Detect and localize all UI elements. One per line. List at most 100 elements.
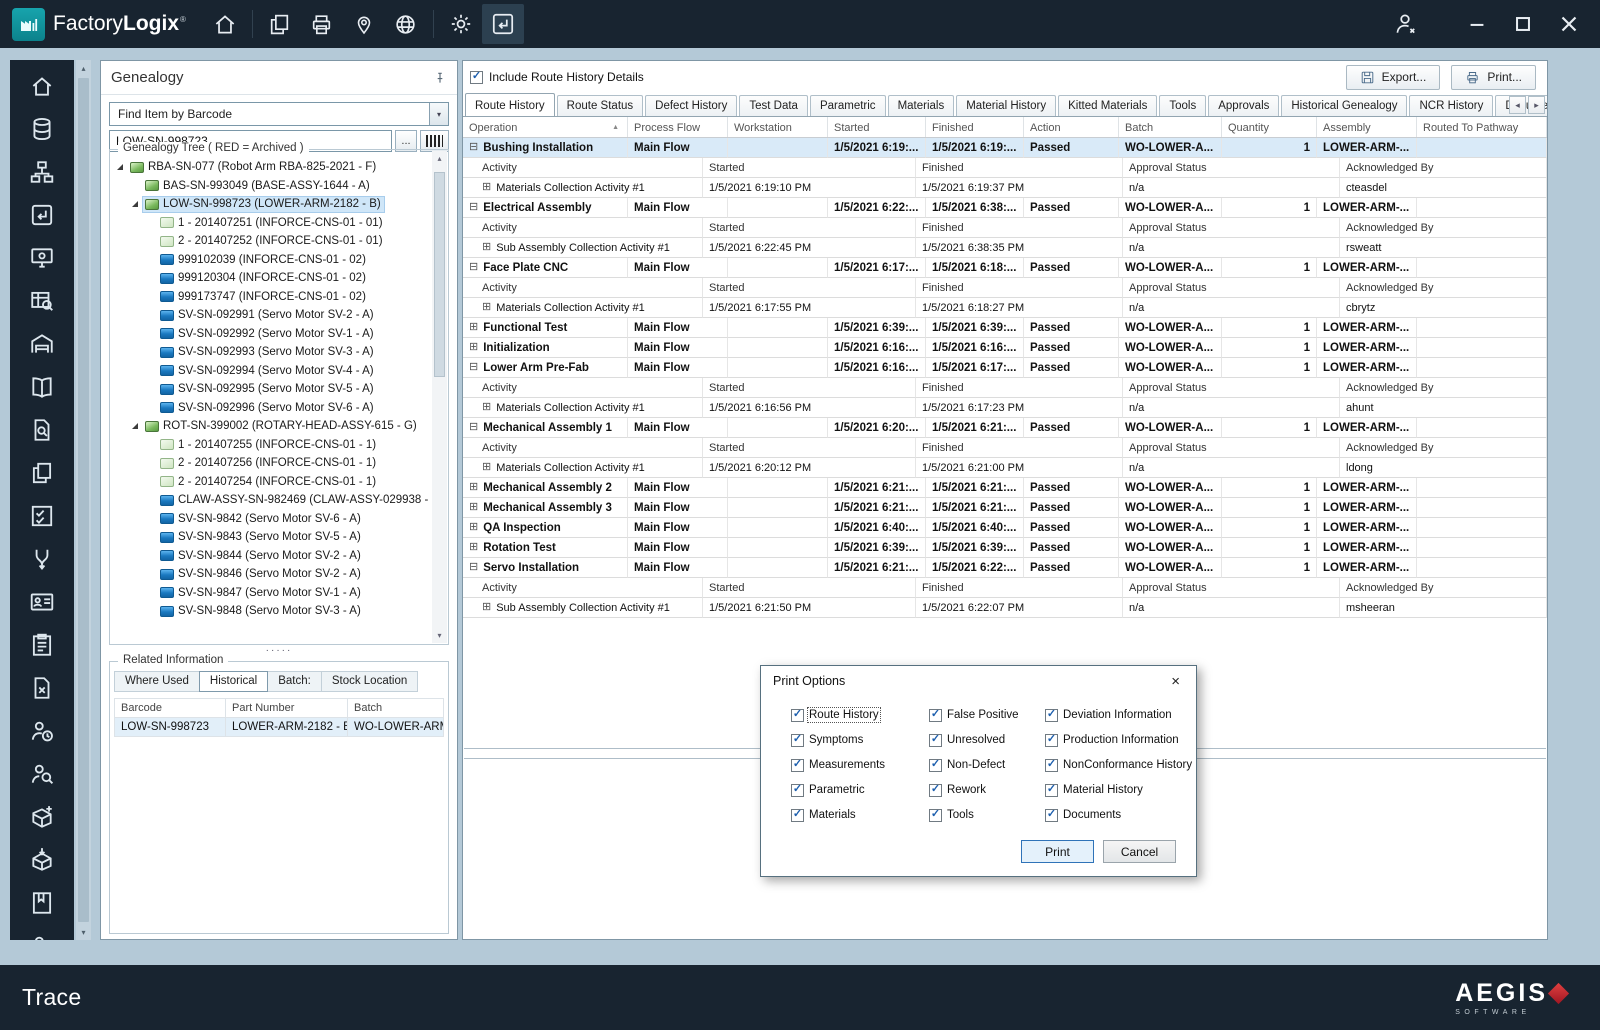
print-option-non-defect[interactable]: ✓ Non-Defect [929, 758, 1045, 772]
trace-module-icon[interactable] [481, 4, 524, 44]
tab-historical-genealogy[interactable]: Historical Genealogy [1281, 95, 1408, 116]
tree-expander-icon[interactable] [130, 421, 141, 432]
close-button[interactable] [1546, 3, 1592, 45]
route-row[interactable]: ⊟ Mechanical Assembly 1 Main Flow 1/5/2021 … [463, 418, 1547, 438]
maximize-button[interactable] [1500, 3, 1546, 45]
print-option-unresolved[interactable]: ✓ Unresolved [929, 733, 1045, 747]
row-expander-icon[interactable]: ⊞ [469, 522, 478, 533]
database-icon[interactable] [10, 107, 74, 150]
tab-parametric[interactable]: Parametric [809, 95, 886, 116]
monitor-gear-icon[interactable] [10, 236, 74, 279]
column-header-part-number[interactable]: Part Number [226, 698, 348, 718]
printer-icon[interactable] [301, 4, 343, 44]
pin-icon[interactable] [433, 71, 447, 85]
tree-item[interactable]: 999173747 (INFORCE-CNS-01 - 02) [113, 288, 430, 307]
row-expander-icon[interactable]: ⊟ [469, 422, 478, 433]
print-option-rework[interactable]: ✓ Rework [929, 783, 1045, 797]
activity-row[interactable]: ⊞ Materials Collection Activity #1 1/5/202… [463, 458, 1547, 478]
tab-test-data[interactable]: Test Data [739, 95, 808, 116]
column-header-process-flow[interactable]: Process Flow [628, 117, 728, 137]
user-logoff-icon[interactable] [1384, 4, 1426, 44]
pages-icon[interactable] [259, 4, 301, 44]
tree-item[interactable]: SV-SN-9846 (Servo Motor SV-2 - A) [113, 565, 430, 584]
activity-row[interactable]: ⊞ Sub Assembly Collection Activity #1 1/5/… [463, 598, 1547, 618]
row-expander-icon[interactable]: ⊟ [469, 262, 478, 273]
tab-tools[interactable]: Tools [1159, 95, 1207, 116]
clipboard-notes-icon[interactable] [10, 623, 74, 666]
print-option-materials[interactable]: ✓ Materials [791, 808, 929, 822]
row-expander-icon[interactable]: ⊞ [482, 402, 491, 413]
column-header-batch[interactable]: Batch [1119, 117, 1222, 137]
tab-scroll-right-icon[interactable]: ▸ [1528, 96, 1545, 114]
row-expander-icon[interactable]: ⊞ [469, 342, 478, 353]
row-expander-icon[interactable]: ⊞ [482, 242, 491, 253]
id-card-icon[interactable] [10, 580, 74, 623]
dialog-print-button[interactable]: Print [1021, 840, 1094, 863]
row-expander-icon[interactable]: ⊟ [469, 202, 478, 213]
row-expander-icon[interactable]: ⊟ [469, 142, 478, 153]
tree-item[interactable]: 1 - 201407255 (INFORCE-CNS-01 - 1) [113, 436, 430, 455]
tree-expander-icon[interactable] [115, 162, 126, 173]
route-row[interactable]: ⊟ Bushing Installation Main Flow 1/5/2021 6… [463, 138, 1547, 158]
activity-row[interactable]: ⊞ Sub Assembly Collection Activity #1 1/5/… [463, 238, 1547, 258]
print-option-parametric[interactable]: ✓ Parametric [791, 783, 929, 797]
row-expander-icon[interactable]: ⊟ [469, 562, 478, 573]
tab-defect-history[interactable]: Defect History [645, 95, 738, 116]
map-pin-icon[interactable] [343, 4, 385, 44]
settings-gear-icon[interactable] [440, 4, 482, 44]
column-header-routed-to-pathway[interactable]: Routed To Pathway [1417, 117, 1547, 137]
print-option-tools[interactable]: ✓ Tools [929, 808, 1045, 822]
table-search-icon[interactable] [10, 279, 74, 322]
scroll-down-icon[interactable]: ▾ [432, 628, 447, 643]
check-tasks-icon[interactable] [10, 494, 74, 537]
tree-item[interactable]: SV-SN-092995 (Servo Motor SV-5 - A) [113, 380, 430, 399]
include-route-history-checkbox[interactable]: ✓ Include Route History Details [470, 70, 644, 84]
tree-item[interactable]: 1 - 201407251 (INFORCE-CNS-01 - 01) [113, 214, 430, 233]
tab-materials[interactable]: Materials [887, 95, 955, 116]
print-option-deviation-information[interactable]: ✓ Deviation Information [1045, 708, 1196, 722]
row-expander-icon[interactable]: ⊞ [469, 502, 478, 513]
print-option-route-history[interactable]: ✓ Route History [791, 707, 929, 723]
home-icon[interactable] [204, 4, 246, 44]
tree-item[interactable]: SV-SN-9844 (Servo Motor SV-2 - A) [113, 547, 430, 566]
dialog-cancel-button[interactable]: Cancel [1103, 840, 1176, 863]
tree-item[interactable]: 999120304 (INFORCE-CNS-01 - 02) [113, 269, 430, 288]
ledger-icon[interactable] [10, 881, 74, 924]
print-option-material-history[interactable]: ✓ Material History [1045, 783, 1196, 797]
user-search-icon[interactable] [10, 752, 74, 795]
tree-item[interactable]: SV-SN-9842 (Servo Motor SV-6 - A) [113, 510, 430, 529]
tree-item[interactable]: SV-SN-092994 (Servo Motor SV-4 - A) [113, 362, 430, 381]
tree-item[interactable]: SV-SN-9848 (Servo Motor SV-3 - A) [113, 602, 430, 621]
print-option-false-positive[interactable]: ✓ False Positive [929, 708, 1045, 722]
sidebar-scrollbar-thumb[interactable] [78, 78, 89, 922]
route-row[interactable]: ⊞ Functional Test Main Flow 1/5/2021 6:39:.… [463, 318, 1547, 338]
tab-route-history[interactable]: Route History [465, 93, 555, 116]
route-row[interactable]: ⊞ Mechanical Assembly 3 Main Flow 1/5/2021 … [463, 498, 1547, 518]
tree-item[interactable]: BAS-SN-993049 (BASE-ASSY-1644 - A) [113, 177, 430, 196]
route-row[interactable]: ⊞ QA Inspection Main Flow 1/5/2021 6:40:...… [463, 518, 1547, 538]
route-row[interactable]: ⊟ Servo Installation Main Flow 1/5/2021 6:2… [463, 558, 1547, 578]
trace-box-icon[interactable] [10, 193, 74, 236]
tree-item[interactable]: SV-SN-092992 (Servo Motor SV-1 - A) [113, 325, 430, 344]
tree-item[interactable]: RBA-SN-077 (Robot Arm RBA-825-2021 - F) [113, 158, 430, 177]
row-expander-icon[interactable]: ⊞ [482, 602, 491, 613]
activity-row[interactable]: ⊞ Materials Collection Activity #1 1/5/202… [463, 398, 1547, 418]
merge-icon[interactable] [10, 537, 74, 580]
tab-kitted-materials[interactable]: Kitted Materials [1058, 95, 1158, 116]
route-row[interactable]: ⊟ Face Plate CNC Main Flow 1/5/2021 6:17:..… [463, 258, 1547, 278]
tab-ncr-history[interactable]: NCR History [1409, 95, 1494, 116]
document-search-icon[interactable] [10, 408, 74, 451]
tree-item[interactable]: ROT-SN-399002 (ROTARY-HEAD-ASSY-615 - G) [113, 417, 430, 436]
tree-item[interactable]: 999102039 (INFORCE-CNS-01 - 02) [113, 251, 430, 270]
tree-item[interactable]: SV-SN-092991 (Servo Motor SV-2 - A) [113, 306, 430, 325]
route-row[interactable]: ⊞ Initialization Main Flow 1/5/2021 6:16:..… [463, 338, 1547, 358]
row-expander-icon[interactable]: ⊞ [482, 182, 491, 193]
table-row[interactable]: LOW-SN-998723 LOWER-ARM-2182 - B WO-LOWER-… [115, 718, 444, 737]
sitemap-icon[interactable] [10, 150, 74, 193]
scroll-up-icon[interactable]: ▴ [76, 60, 91, 76]
tree-item[interactable]: SV-SN-092993 (Servo Motor SV-3 - A) [113, 343, 430, 362]
column-header-quantity[interactable]: Quantity [1222, 117, 1317, 137]
sidebar-scrollbar[interactable]: ▴ ▾ [76, 60, 91, 940]
column-header-batch[interactable]: Batch [348, 698, 444, 718]
print-button[interactable]: Print... [1451, 64, 1536, 90]
